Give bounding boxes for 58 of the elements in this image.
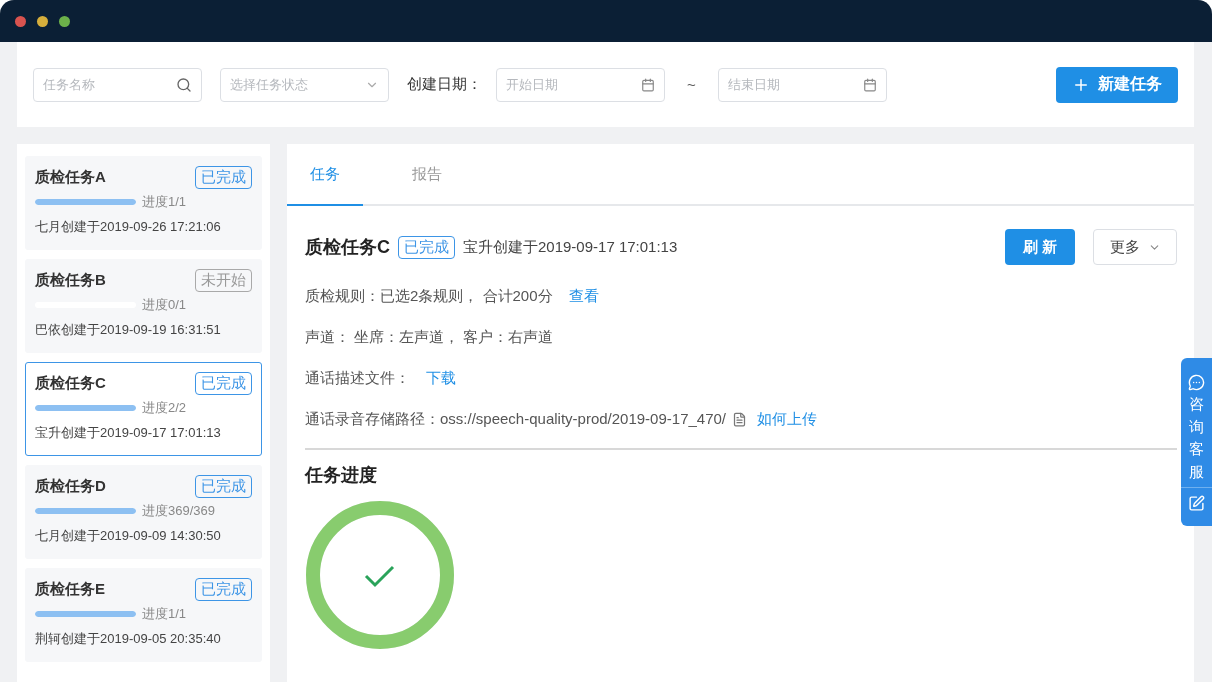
task-name: 质检任务C (35, 374, 106, 393)
progress-text: 进度1/1 (142, 605, 187, 623)
more-button[interactable]: 更多 (1093, 229, 1177, 265)
task-name: 质检任务A (35, 168, 106, 187)
end-date-field[interactable]: 结束日期 (717, 67, 887, 102)
range-separator: ~ (687, 76, 696, 93)
info-text: 通话描述文件： (305, 369, 410, 388)
start-date-field[interactable]: 开始日期 (496, 67, 665, 102)
check-icon (364, 565, 395, 588)
info-link[interactable]: 如何上传 (757, 410, 818, 429)
progress-text: 进度0/1 (142, 296, 187, 314)
calendar-icon (641, 77, 655, 92)
info-text: 通话录音存储路径：oss://speech-quality-prod/2019-09-17_470/ (305, 410, 727, 429)
task-card[interactable]: 质检任务A 已完成 进度1/1 七月创建于2019-09-26 17:21:06 (25, 156, 262, 250)
progress-text: 进度1/1 (142, 193, 187, 211)
task-name-field[interactable]: 任务名称 (33, 67, 202, 102)
date-label: 创建日期： (407, 75, 482, 94)
status-tag: 已完成 (195, 578, 252, 601)
tab[interactable]: 任务 (287, 144, 363, 206)
created-text: 七月创建于2019-09-26 17:21:06 (35, 218, 222, 236)
calendar-icon (862, 77, 877, 92)
refresh-button[interactable]: 刷 新 (1004, 229, 1075, 265)
task-card[interactable]: 质检任务D 已完成 进度369/369 七月创建于2019-09-09 14:30:50 (25, 465, 262, 559)
info-text: 声道： 坐席：左声道， 客户：右声道 (305, 328, 554, 347)
info-text: 质检规则：已选2条规则， 合计200分 (305, 287, 553, 306)
status-tag: 已完成 (195, 372, 252, 395)
status-tag: 已完成 (398, 235, 455, 259)
status-tag: 已完成 (195, 475, 252, 498)
created-text: 宝升创建于2019-09-17 17:01:13 (463, 237, 679, 257)
chat-icon (1188, 374, 1205, 391)
task-card[interactable]: 质检任务C 已完成 进度2/2 宝升创建于2019-09-17 17:01:13 (25, 362, 262, 456)
created-text: 宝升创建于2019-09-17 17:01:13 (35, 424, 222, 442)
document-icon (732, 412, 748, 427)
info-link[interactable]: 下载 (426, 369, 456, 388)
created-text: 巴依创建于2019-09-19 16:31:51 (35, 321, 222, 339)
zoom-button[interactable] (59, 15, 70, 27)
task-name: 质检任务E (35, 580, 105, 599)
minimize-button[interactable] (37, 15, 48, 27)
status-select[interactable]: 选择任务状态 (220, 67, 389, 102)
tab[interactable]: 报告 (389, 144, 465, 206)
new-task-button[interactable]: 新建任务 (1056, 66, 1178, 103)
progress-text: 进度2/2 (142, 399, 187, 417)
info-link[interactable]: 查看 (568, 287, 599, 306)
close-button[interactable] (15, 15, 26, 27)
task-card[interactable]: 质检任务E 已完成 进度1/1 荆轲创建于2019-09-05 20:35:40 (25, 568, 262, 662)
edit-icon (1188, 495, 1205, 512)
task-name: 质检任务D (35, 477, 106, 496)
status-tag: 未开始 (195, 269, 252, 292)
status-tag: 已完成 (195, 166, 252, 189)
progress-text: 进度369/369 (142, 502, 215, 520)
created-text: 七月创建于2019-09-09 14:30:50 (35, 527, 222, 545)
created-text: 荆轲创建于2019-09-05 20:35:40 (35, 630, 222, 648)
task-name: 质检任务B (35, 271, 106, 290)
task-title: 质检任务C (305, 236, 390, 259)
task-card[interactable]: 质检任务B 未开始 进度0/1 巴依创建于2019-09-19 16:31:51 (25, 259, 262, 353)
section-title: 任务进度 (305, 464, 378, 487)
customer-service-tab[interactable]: 咨询客服 (1181, 358, 1212, 526)
search-icon (176, 76, 192, 93)
